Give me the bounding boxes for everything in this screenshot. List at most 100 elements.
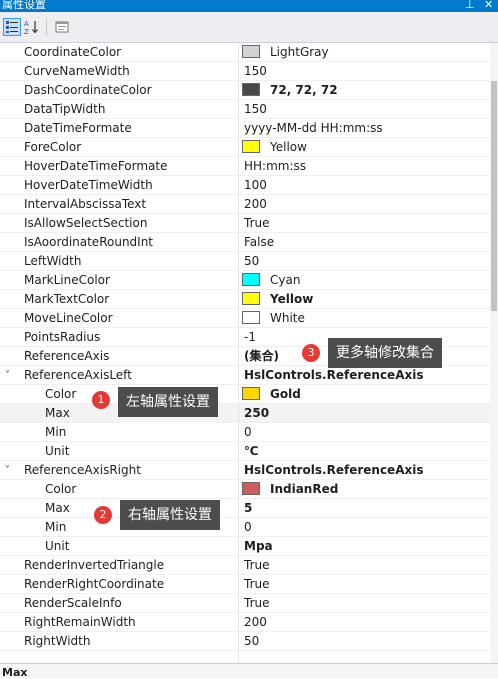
color-swatch — [242, 83, 260, 96]
property-row[interactable]: ˅ ReferenceAxisRight HslControls.Reference… — [0, 461, 490, 480]
property-row[interactable]: Color IndianRed — [0, 480, 490, 499]
scrollbar-thumb[interactable] — [491, 81, 497, 311]
property-name: IsAllowSelectSection — [24, 216, 148, 230]
property-name: LeftWidth — [24, 254, 82, 268]
property-value[interactable]: 0 — [244, 520, 252, 535]
property-row[interactable]: MarkLineColor Cyan — [0, 271, 490, 290]
property-row[interactable]: Min 0 — [0, 423, 490, 442]
property-value[interactable]: 5 — [244, 501, 252, 516]
property-value[interactable]: 150 — [244, 102, 267, 117]
annotation-left-axis: 左轴属性设置 — [118, 387, 218, 417]
property-name: Min — [45, 425, 67, 439]
property-row[interactable]: IsAllowSelectSection True — [0, 214, 490, 233]
property-value[interactable]: 72, 72, 72 — [270, 83, 338, 98]
annotation-badge-2: 2 — [94, 506, 112, 524]
property-row[interactable]: MarkTextColor Yellow — [0, 290, 490, 309]
property-grid-toolbar: A Z — [0, 12, 498, 43]
property-row[interactable]: RenderRightCoordinate True — [0, 575, 490, 594]
color-swatch — [242, 482, 260, 495]
pin-icon[interactable]: ⊥ — [465, 0, 475, 12]
property-value[interactable]: ℃ — [244, 444, 259, 459]
color-swatch — [242, 273, 260, 286]
property-name: DateTimeFormate — [24, 121, 132, 135]
property-row[interactable]: RightWidth 50 — [0, 632, 490, 651]
property-value[interactable]: yyyy-MM-dd HH:mm:ss — [244, 121, 383, 136]
property-row[interactable]: RenderScaleInfo True — [0, 594, 490, 613]
property-value[interactable]: 100 — [244, 178, 267, 193]
property-row[interactable]: IsAoordinateRoundInt False — [0, 233, 490, 252]
property-value[interactable]: IndianRed — [270, 482, 338, 497]
property-value[interactable]: Yellow — [270, 140, 307, 155]
property-row[interactable]: Unit ℃ — [0, 442, 490, 461]
property-value[interactable]: 50 — [244, 254, 259, 269]
property-row[interactable]: CurveNameWidth 150 — [0, 62, 490, 81]
property-row[interactable]: HoverDateTimeWidth 100 — [0, 176, 490, 195]
property-pages-icon[interactable] — [53, 18, 71, 36]
column-divider[interactable] — [238, 43, 239, 663]
property-name: MarkTextColor — [24, 292, 110, 306]
property-value[interactable]: True — [244, 577, 270, 592]
property-name: MarkLineColor — [24, 273, 110, 287]
property-row[interactable]: Color Gold — [0, 385, 490, 404]
alphabetical-icon[interactable]: A Z — [23, 18, 41, 36]
color-swatch — [242, 140, 260, 153]
property-value[interactable]: White — [270, 311, 305, 326]
color-swatch — [242, 387, 260, 400]
property-row[interactable]: LeftWidth 50 — [0, 252, 490, 271]
property-name: RightWidth — [24, 634, 91, 648]
property-row[interactable]: RightRemainWidth 200 — [0, 613, 490, 632]
vertical-scrollbar[interactable] — [490, 43, 498, 663]
description-title: Max — [2, 666, 28, 679]
property-value[interactable]: True — [244, 596, 270, 611]
property-row[interactable]: IntervalAbscissaText 200 — [0, 195, 490, 214]
property-value[interactable]: HslControls.ReferenceAxis — [244, 368, 423, 383]
property-row[interactable]: DateTimeFormate yyyy-MM-dd HH:mm:ss — [0, 119, 490, 138]
property-value[interactable]: -1 — [244, 330, 256, 345]
property-row[interactable]: DashCoordinateColor 72, 72, 72 — [0, 81, 490, 100]
chevron-down-icon[interactable]: ˅ — [5, 368, 10, 383]
property-row[interactable]: CoordinateColor LightGray — [0, 43, 490, 62]
property-value[interactable]: Gold — [270, 387, 301, 402]
property-row[interactable]: DataTipWidth 150 — [0, 100, 490, 119]
color-swatch — [242, 45, 260, 58]
color-swatch — [242, 292, 260, 305]
property-row[interactable]: RenderInvertedTriangle True — [0, 556, 490, 575]
property-value[interactable]: 0 — [244, 425, 252, 440]
property-name: Unit — [45, 539, 70, 553]
property-value[interactable]: LightGray — [270, 45, 329, 60]
chevron-down-icon[interactable]: ˅ — [5, 463, 10, 478]
property-value[interactable]: 50 — [244, 634, 259, 649]
property-value[interactable]: Mpa — [244, 539, 273, 554]
annotation-badge-1: 1 — [92, 391, 110, 409]
property-value[interactable]: True — [244, 558, 270, 573]
property-value[interactable]: Yellow — [270, 292, 313, 307]
property-row[interactable]: HoverDateTimeFormate HH:mm:ss — [0, 157, 490, 176]
property-value[interactable]: (集合) — [244, 349, 279, 364]
property-row[interactable]: ˅ ReferenceAxisLeft HslControls.ReferenceA… — [0, 366, 490, 385]
property-value[interactable]: 200 — [244, 615, 267, 630]
property-row[interactable]: ForeColor Yellow — [0, 138, 490, 157]
property-value[interactable]: Cyan — [270, 273, 300, 288]
annotation-badge-3: 3 — [302, 344, 320, 362]
property-value[interactable]: HH:mm:ss — [244, 159, 306, 174]
property-name: ForeColor — [24, 140, 82, 154]
property-name: MoveLineColor — [24, 311, 113, 325]
property-value[interactable]: 200 — [244, 197, 267, 212]
property-name: ReferenceAxis — [24, 349, 110, 363]
categorized-icon[interactable] — [3, 18, 21, 36]
property-row[interactable]: MoveLineColor White — [0, 309, 490, 328]
property-name: Unit — [45, 444, 70, 458]
property-row[interactable]: Min 0 — [0, 518, 490, 537]
property-row[interactable]: Max 250 — [0, 404, 490, 423]
property-value[interactable]: 150 — [244, 64, 267, 79]
close-icon[interactable]: ✕ — [484, 0, 493, 12]
property-value[interactable]: 250 — [244, 406, 269, 421]
property-name: DataTipWidth — [24, 102, 106, 116]
property-row[interactable]: Max 5 — [0, 499, 490, 518]
property-value[interactable]: HslControls.ReferenceAxis — [244, 463, 423, 478]
property-name: Max — [45, 406, 70, 420]
property-value[interactable]: False — [244, 235, 274, 250]
property-name: PointsRadius — [24, 330, 101, 344]
property-value[interactable]: True — [244, 216, 270, 231]
property-row[interactable]: Unit Mpa — [0, 537, 490, 556]
